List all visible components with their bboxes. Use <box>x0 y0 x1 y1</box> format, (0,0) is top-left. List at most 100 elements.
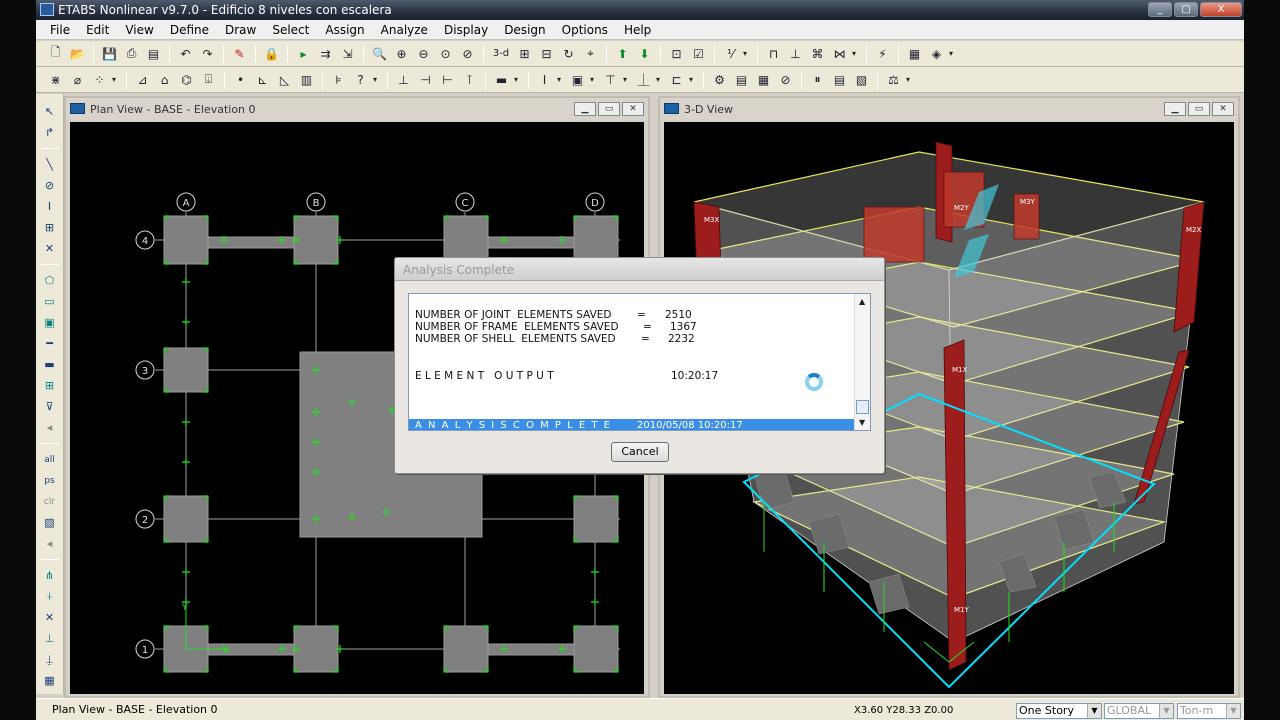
snap-to-joints-icon[interactable]: ⋔ <box>40 566 60 585</box>
analysis-log-list[interactable]: NUMBER OF JOINT ELEMENTS SAVED = 2510 NUMB… <box>408 293 871 431</box>
expand-toolbar-icon[interactable]: ◂ <box>40 534 60 553</box>
set-building-view-options-icon[interactable]: ☑ <box>689 44 708 63</box>
plan-close-button[interactable]: ✕ <box>622 102 644 116</box>
draw-area-objects-icon[interactable]: ⬠ <box>40 271 60 290</box>
run-analysis-icon[interactable]: ▸ <box>294 44 313 63</box>
3d-maximize-button[interactable]: ▭ <box>1188 102 1210 116</box>
lateral-loads-icon[interactable]: ⇲ <box>338 44 357 63</box>
draw-area-icon[interactable]: ◺ <box>275 70 294 89</box>
3d-minimize-button[interactable]: ▁ <box>1164 102 1186 116</box>
select-all-button[interactable]: all <box>40 450 60 469</box>
draw-slab-mesh-icon[interactable]: ⊞ <box>40 376 60 395</box>
menu-design[interactable]: Design <box>496 20 553 40</box>
log-line-analysis-complete[interactable]: A N A L Y S I S C O M P L E T E 2010/05/0… <box>409 419 854 430</box>
chevron-down-icon[interactable]: ▾ <box>689 75 697 84</box>
menu-file[interactable]: File <box>42 20 78 40</box>
undo-icon[interactable]: ↶ <box>176 44 195 63</box>
assign-frame-releases-icon[interactable]: ⊣ <box>416 70 435 89</box>
move-down-icon[interactable]: ⬇ <box>635 44 654 63</box>
assign-frame-loads-icon[interactable]: ⊢ <box>438 70 457 89</box>
chevron-down-icon[interactable]: ▾ <box>590 75 598 84</box>
perspective-toggle-icon[interactable]: ⌖ <box>581 44 600 63</box>
rotate-3d-icon[interactable]: ↻ <box>559 44 578 63</box>
view-options-icon[interactable]: ⚖ <box>884 70 903 89</box>
snap-to-intersections-icon[interactable]: ✕ <box>40 608 60 627</box>
display-input-tables-icon[interactable]: ⚙ <box>710 70 729 89</box>
define-wall-sections-icon[interactable]: ⌬ <box>177 70 196 89</box>
run-static-nonlinear-icon[interactable]: ⇉ <box>316 44 335 63</box>
chevron-down-icon[interactable]: ▾ <box>514 75 522 84</box>
print-tables-icon[interactable]: ▤ <box>144 44 163 63</box>
concrete-frame-design-icon[interactable]: ▣ <box>568 70 587 89</box>
menu-define[interactable]: Define <box>162 20 217 40</box>
zoom-window-icon[interactable]: 🔍 <box>370 44 389 63</box>
print-icon[interactable]: ⎙ <box>122 44 141 63</box>
chevron-down-icon[interactable]: ▾ <box>112 75 120 84</box>
chevron-down-icon[interactable]: ▾ <box>852 49 860 58</box>
zoom-out-icon[interactable]: ⊖ <box>414 44 433 63</box>
define-load-cases-icon[interactable]: ⍗ <box>199 70 218 89</box>
assign-frame-section-icon[interactable]: ⊥ <box>394 70 413 89</box>
move-up-icon[interactable]: ⬆ <box>613 44 632 63</box>
define-frame-sections-icon[interactable]: ⌂ <box>155 70 174 89</box>
clear-selection-button[interactable]: clr <box>40 492 60 511</box>
plan-minimize-button[interactable]: ▁ <box>574 102 596 116</box>
menu-analyze[interactable]: Analyze <box>373 20 436 40</box>
assign-restraints-icon[interactable]: ⊧ <box>329 70 348 89</box>
show-selection-only-icon[interactable]: ▧ <box>40 513 60 532</box>
story-select-dropdown[interactable]: One Story ▼ <box>1016 703 1102 719</box>
snap-to-fine-grid-icon[interactable]: ▦ <box>40 671 60 690</box>
show-columns-icon[interactable]: ⏸ <box>808 70 827 89</box>
snap-to-lines-icon[interactable]: ⍊ <box>40 650 60 669</box>
show-story-response-icon[interactable]: ▦ <box>905 44 924 63</box>
menu-draw[interactable]: Draw <box>217 20 264 40</box>
draw-openings-icon[interactable]: ⊽ <box>40 397 60 416</box>
open-file-icon[interactable]: 📂 <box>68 44 87 63</box>
show-member-forces-icon[interactable]: ⚡ <box>873 44 892 63</box>
scroll-down-icon[interactable]: ▼ <box>859 418 865 427</box>
snap-to-perpendicular-icon[interactable]: ⊥ <box>40 629 60 648</box>
snap-to-points-icon[interactable]: ⋇ <box>46 70 65 89</box>
draw-rectangular-areas-icon[interactable]: ▭ <box>40 292 60 311</box>
show-energy-diagram-icon[interactable]: ◈ <box>927 44 946 63</box>
save-icon[interactable]: 💾 <box>100 44 119 63</box>
show-deformed-shape-icon[interactable]: ⌘ <box>808 44 827 63</box>
show-grid-icon[interactable]: ▤ <box>830 70 849 89</box>
draw-beams-icon[interactable]: ⊘ <box>40 176 60 195</box>
new-file-icon[interactable]: 🗋 <box>46 44 65 63</box>
menu-display[interactable]: Display <box>436 20 496 40</box>
show-loads-icon[interactable]: ⊥ <box>786 44 805 63</box>
draw-point-icon[interactable]: • <box>231 70 250 89</box>
chevron-down-icon[interactable]: ▾ <box>557 75 565 84</box>
snap-to-line-ends-icon[interactable]: ⍭ <box>40 587 60 606</box>
cancel-button[interactable]: Cancel <box>611 442 669 462</box>
display-output-tables-icon[interactable]: ▤ <box>732 70 751 89</box>
chevron-down-icon[interactable]: ▾ <box>373 75 381 84</box>
refresh-window-icon[interactable]: ✎ <box>230 44 249 63</box>
log-scrollbar[interactable]: ▲ ▼ <box>854 294 870 430</box>
display-hinge-results-icon[interactable]: ⊘ <box>776 70 795 89</box>
chevron-down-icon[interactable]: ▾ <box>656 75 664 84</box>
assign-diaphragm-icon[interactable]: ? <box>351 70 370 89</box>
show-mode-shape-icon[interactable]: ⋈ <box>830 44 849 63</box>
snap-to-midpoints-icon[interactable]: ⁘ <box>90 70 109 89</box>
expand-toolbar-icon[interactable]: ◂ <box>40 418 60 437</box>
close-button[interactable]: X <box>1200 2 1242 17</box>
menu-options[interactable]: Options <box>554 20 616 40</box>
units-dropdown[interactable]: Ton-m ▼ <box>1177 703 1241 719</box>
elevation-view-icon[interactable]: ⊟ <box>537 44 556 63</box>
create-walls-in-region-icon[interactable]: ▬ <box>40 355 60 374</box>
display-section-cuts-icon[interactable]: ▦ <box>754 70 773 89</box>
shear-wall-design-icon[interactable]: ⊏ <box>667 70 686 89</box>
maximize-button[interactable]: □ <box>1174 2 1198 17</box>
draw-columns-icon[interactable]: I <box>40 197 60 216</box>
set-display-options-icon[interactable]: ⅟ <box>721 44 740 63</box>
draw-line-icon[interactable]: ⊾ <box>253 70 272 89</box>
menu-help[interactable]: Help <box>616 20 659 40</box>
menu-view[interactable]: View <box>117 20 161 40</box>
menu-select[interactable]: Select <box>264 20 317 40</box>
draw-grid-icon[interactable]: ▥ <box>297 70 316 89</box>
show-undeformed-shape-icon[interactable]: ⊓ <box>764 44 783 63</box>
coord-system-dropdown[interactable]: GLOBAL ▼ <box>1104 703 1174 719</box>
pointer-select-icon[interactable]: ↖ <box>40 102 60 121</box>
